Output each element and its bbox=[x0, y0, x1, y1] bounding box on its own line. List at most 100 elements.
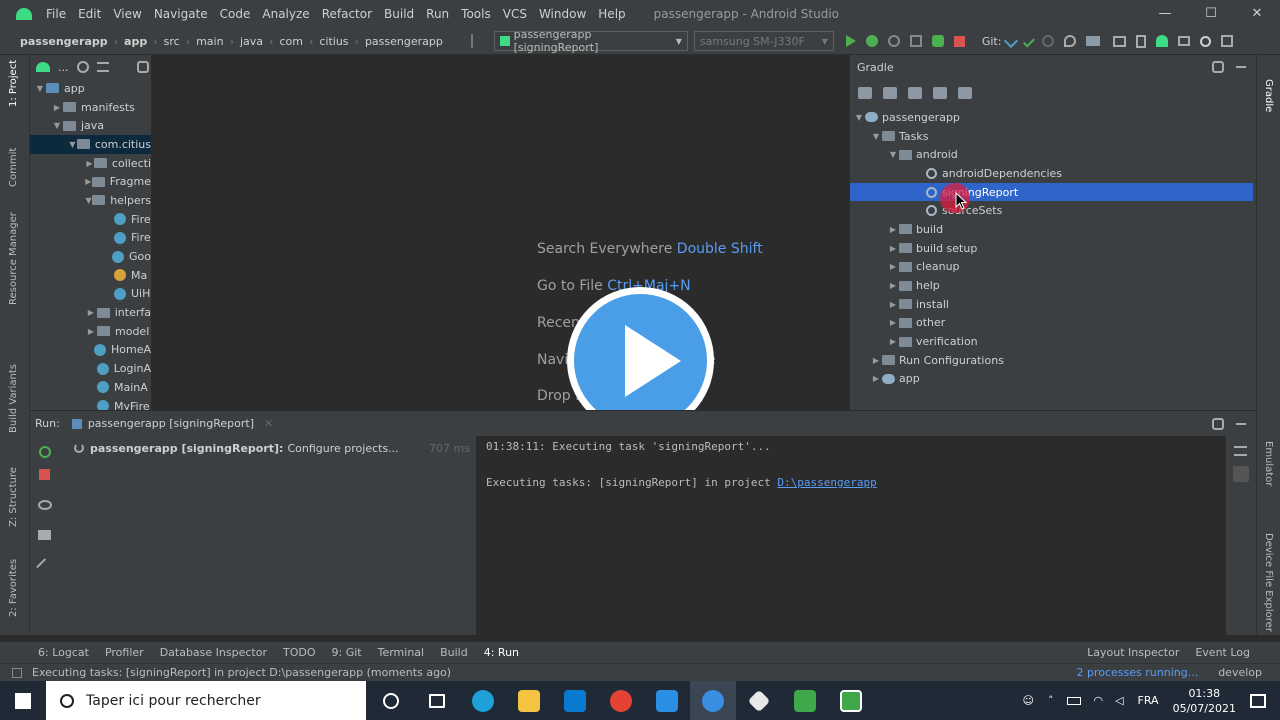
volume-icon[interactable]: ◁ bbox=[1115, 694, 1123, 707]
git-branch[interactable]: develop bbox=[1218, 666, 1262, 679]
chevron-down-icon[interactable]: ▼ bbox=[85, 196, 92, 205]
project-tree-item[interactable]: ▶ interfa bbox=[30, 303, 151, 322]
chevron-right-icon[interactable]: ▶ bbox=[85, 327, 97, 336]
vscode-icon[interactable] bbox=[644, 681, 690, 720]
cortana-icon[interactable] bbox=[368, 681, 414, 720]
menu-refactor[interactable]: Refactor bbox=[316, 7, 378, 21]
chevron-right-icon[interactable]: ▶ bbox=[85, 308, 97, 317]
project-tree-item[interactable]: MainA bbox=[30, 378, 151, 397]
chevron-right-icon[interactable]: ▶ bbox=[887, 300, 899, 309]
tool-project[interactable]: 1: Project bbox=[8, 60, 19, 107]
tray-expand-icon[interactable]: ˄ bbox=[1048, 694, 1054, 707]
project-tree-item[interactable]: ▶ Fragme bbox=[30, 172, 151, 191]
project-tree-item[interactable]: LoginA bbox=[30, 359, 151, 378]
notifications-icon[interactable] bbox=[1250, 693, 1266, 708]
menu-vcs[interactable]: VCS bbox=[497, 7, 533, 21]
run-config-select[interactable]: passengerapp [signingReport] ▼ bbox=[493, 28, 688, 54]
sdk-manager-icon[interactable] bbox=[1156, 35, 1169, 47]
hide-icon[interactable] bbox=[1236, 66, 1246, 68]
menu-window[interactable]: Window bbox=[533, 7, 592, 21]
chevron-right-icon[interactable]: ▶ bbox=[51, 103, 63, 112]
git-update-icon[interactable] bbox=[1004, 33, 1019, 49]
gradle-tree-item[interactable]: ▼ Tasks bbox=[850, 127, 1256, 146]
menu-file[interactable]: File bbox=[40, 7, 72, 21]
gradle-tree-item[interactable]: ▶ other bbox=[850, 314, 1256, 333]
taskbar-search[interactable]: Taper ici pour rechercher bbox=[46, 681, 366, 720]
device-select[interactable]: samsung SM-J330F ▼ bbox=[693, 31, 834, 51]
hide-icon[interactable] bbox=[1236, 422, 1246, 425]
scroll-to-end-icon[interactable] bbox=[1233, 466, 1249, 482]
view-selector-dots[interactable]: ... bbox=[58, 61, 69, 74]
chevron-right-icon[interactable]: ▶ bbox=[85, 159, 94, 168]
gradle-tree-item[interactable]: ▶ app bbox=[850, 370, 1256, 389]
attach-debugger-icon[interactable] bbox=[909, 35, 922, 47]
close-tab-icon[interactable]: ✕ bbox=[264, 417, 273, 430]
project-path-link[interactable]: D:\passengerapp bbox=[777, 476, 876, 489]
tab-logcat[interactable]: 6: Logcat bbox=[30, 646, 97, 659]
chrome-icon[interactable] bbox=[598, 681, 644, 720]
menu-navigate[interactable]: Navigate bbox=[148, 7, 214, 21]
gradle-tree-item[interactable]: ▶ Run Configurations bbox=[850, 351, 1256, 370]
menu-tools[interactable]: Tools bbox=[455, 7, 497, 21]
wifi-icon[interactable]: ◠ bbox=[1093, 694, 1103, 707]
camtasia-icon[interactable] bbox=[782, 681, 828, 720]
git-history-icon[interactable] bbox=[1042, 35, 1055, 47]
tool-structure[interactable]: Z: Structure bbox=[8, 467, 19, 527]
project-tree-item[interactable]: ▶ model bbox=[30, 322, 151, 341]
eye-icon[interactable] bbox=[38, 500, 52, 510]
soft-wrap-icon[interactable] bbox=[1234, 446, 1247, 456]
project-tree-item[interactable]: Fire bbox=[30, 210, 151, 229]
project-tree-item[interactable]: Ma bbox=[30, 266, 151, 285]
project-tree-item[interactable]: ▶ collecti bbox=[30, 154, 151, 173]
breadcrumb-java[interactable]: java bbox=[234, 35, 269, 48]
menu-run[interactable]: Run bbox=[420, 7, 455, 21]
gradle-tree-item[interactable]: ▼ passengerapp bbox=[850, 108, 1256, 127]
file-explorer-icon[interactable] bbox=[506, 681, 552, 720]
git-commit-icon[interactable] bbox=[1023, 34, 1036, 48]
gradle-tree-item[interactable]: ▶ cleanup bbox=[850, 258, 1256, 277]
stop-icon[interactable] bbox=[953, 35, 965, 47]
breadcrumb-main[interactable]: main bbox=[190, 35, 229, 48]
tool-commit[interactable]: Commit bbox=[8, 148, 19, 187]
camtasia-recorder-icon[interactable] bbox=[828, 681, 874, 720]
gradle-tree-item[interactable]: ▶ help bbox=[850, 276, 1256, 295]
chevron-down-icon[interactable]: ▼ bbox=[870, 132, 882, 141]
project-tree-item[interactable]: UiH bbox=[30, 285, 151, 304]
chevron-right-icon[interactable]: ▶ bbox=[870, 356, 882, 365]
chevron-down-icon[interactable]: ▼ bbox=[51, 121, 63, 130]
gradle-tree-item[interactable]: ▶ install bbox=[850, 295, 1256, 314]
tool-device-file-explorer[interactable]: Device File Explorer bbox=[1263, 533, 1274, 632]
run-icon[interactable] bbox=[845, 35, 856, 47]
apply-changes-icon[interactable] bbox=[931, 35, 944, 47]
tool-gradle[interactable]: Gradle bbox=[1263, 79, 1274, 112]
store-icon[interactable] bbox=[552, 681, 598, 720]
tool-emulator[interactable]: Emulator bbox=[1263, 441, 1274, 486]
run-console[interactable]: 01:38:11: Executing task 'signingReport'… bbox=[476, 436, 1226, 635]
project-tree-item[interactable]: MyFire bbox=[30, 397, 151, 410]
gear-icon[interactable] bbox=[137, 61, 149, 73]
gradle-tree-item[interactable]: ▶ build setup bbox=[850, 239, 1256, 258]
gradle-tree-item[interactable]: ▶ build bbox=[850, 220, 1256, 239]
language-indicator[interactable]: FRA bbox=[1138, 694, 1159, 707]
tool-resource-manager[interactable]: Resource Manager bbox=[8, 212, 19, 305]
tool-favorites[interactable]: 2: Favorites bbox=[8, 559, 19, 617]
device-manager-icon[interactable] bbox=[1113, 35, 1127, 47]
reload-gradle-icon[interactable] bbox=[858, 87, 872, 99]
project-tree-item[interactable]: ▼ helpers bbox=[30, 191, 151, 210]
close-button[interactable]: ✕ bbox=[1234, 0, 1280, 28]
minimize-button[interactable]: — bbox=[1142, 0, 1188, 28]
run-tab[interactable]: passengerapp [signingReport] bbox=[88, 417, 254, 430]
project-tree-item[interactable]: HomeA bbox=[30, 341, 151, 360]
tab-run[interactable]: 4: Run bbox=[476, 646, 527, 659]
debug-icon[interactable] bbox=[865, 35, 878, 47]
breadcrumb-passengerapp[interactable]: passengerapp bbox=[14, 35, 114, 48]
settings-icon[interactable] bbox=[1221, 35, 1234, 47]
link-project-icon[interactable] bbox=[933, 87, 947, 99]
menu-build[interactable]: Build bbox=[378, 7, 420, 21]
gear-icon[interactable] bbox=[1212, 417, 1224, 430]
android-studio-taskbar-icon[interactable] bbox=[690, 681, 736, 720]
project-tree-item[interactable]: ▼ app bbox=[30, 79, 151, 98]
breadcrumb-com[interactable]: com bbox=[273, 35, 309, 48]
toggle-tool-windows-icon[interactable] bbox=[12, 667, 22, 678]
chevron-down-icon[interactable]: ▼ bbox=[68, 140, 77, 149]
